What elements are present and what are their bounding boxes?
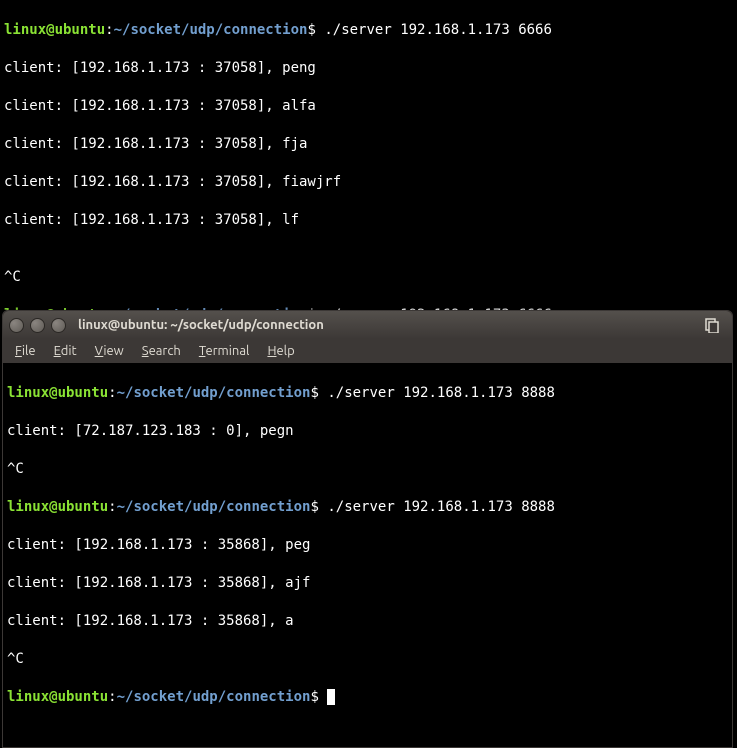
output-line: client: [192.168.1.173 : 37058], alfa [4, 97, 733, 116]
prompt-end: $ [310, 689, 318, 705]
terminal-window: linux@ubuntu: ~/socket/udp/connection Fi… [2, 310, 733, 748]
window-maximize-button[interactable] [51, 318, 66, 333]
menubar: File Edit View Search Terminal Help [3, 339, 732, 363]
output-line: client: [192.168.1.173 : 35868], ajf [7, 574, 728, 593]
output-line: client: [192.168.1.173 : 35868], a [7, 612, 728, 631]
prompt-sep: : [105, 22, 113, 38]
prompt-user: linux@ubuntu [7, 499, 108, 515]
foreground-terminal[interactable]: linux@ubuntu:~/socket/udp/connection$ ./… [3, 363, 732, 747]
menu-edit[interactable]: Edit [46, 342, 85, 360]
window-minimize-button[interactable] [30, 318, 45, 333]
window-close-button[interactable] [9, 318, 24, 333]
prompt-end: $ [307, 22, 315, 38]
prompt-line: linux@ubuntu:~/socket/udp/connection$ ./… [7, 384, 728, 403]
prompt-path: ~/socket/udp/connection [114, 22, 308, 38]
menu-file[interactable]: File [7, 342, 44, 360]
menu-search[interactable]: Search [134, 342, 189, 360]
command: ./server 192.168.1.173 6666 [324, 22, 552, 38]
output-line: client: [192.168.1.173 : 35868], peg [7, 536, 728, 555]
output-line: ^C [7, 460, 728, 479]
prompt-user: linux@ubuntu [7, 689, 108, 705]
prompt-sep: : [108, 499, 116, 515]
output-line: ^C [4, 268, 733, 287]
prompt-sep: : [108, 689, 116, 705]
output-line: client: [192.168.1.173 : 37058], fiawjrf [4, 173, 733, 192]
prompt-user: linux@ubuntu [7, 385, 108, 401]
prompt-path: ~/socket/udp/connection [117, 499, 311, 515]
prompt-user: linux@ubuntu [4, 22, 105, 38]
output-line: client: [192.168.1.173 : 37058], lf [4, 211, 733, 230]
menu-view[interactable]: View [87, 342, 132, 360]
menu-terminal[interactable]: Terminal [191, 342, 258, 360]
command: ./server 192.168.1.173 8888 [327, 499, 555, 515]
output-line: client: [192.168.1.173 : 37058], fja [4, 135, 733, 154]
prompt-end: $ [310, 499, 318, 515]
prompt-end: $ [310, 385, 318, 401]
prompt-path: ~/socket/udp/connection [117, 385, 311, 401]
window-titlebar[interactable]: linux@ubuntu: ~/socket/udp/connection [3, 311, 732, 339]
output-line: client: [192.168.1.173 : 37058], peng [4, 59, 733, 78]
prompt-line: linux@ubuntu:~/socket/udp/connection$ ./… [7, 498, 728, 517]
prompt-line: linux@ubuntu:~/socket/udp/connection$ [7, 688, 728, 707]
menu-help[interactable]: Help [259, 342, 302, 360]
command: ./server 192.168.1.173 8888 [327, 385, 555, 401]
prompt-path: ~/socket/udp/connection [117, 689, 311, 705]
output-line: client: [72.187.123.183 : 0], pegn [7, 422, 728, 441]
cursor [327, 689, 335, 705]
prompt-line: linux@ubuntu:~/socket/udp/connection$ ./… [4, 21, 733, 40]
window-title: linux@ubuntu: ~/socket/udp/connection [78, 318, 704, 332]
prompt-sep: : [108, 385, 116, 401]
copy-icon [704, 317, 720, 333]
output-line: ^C [7, 650, 728, 669]
